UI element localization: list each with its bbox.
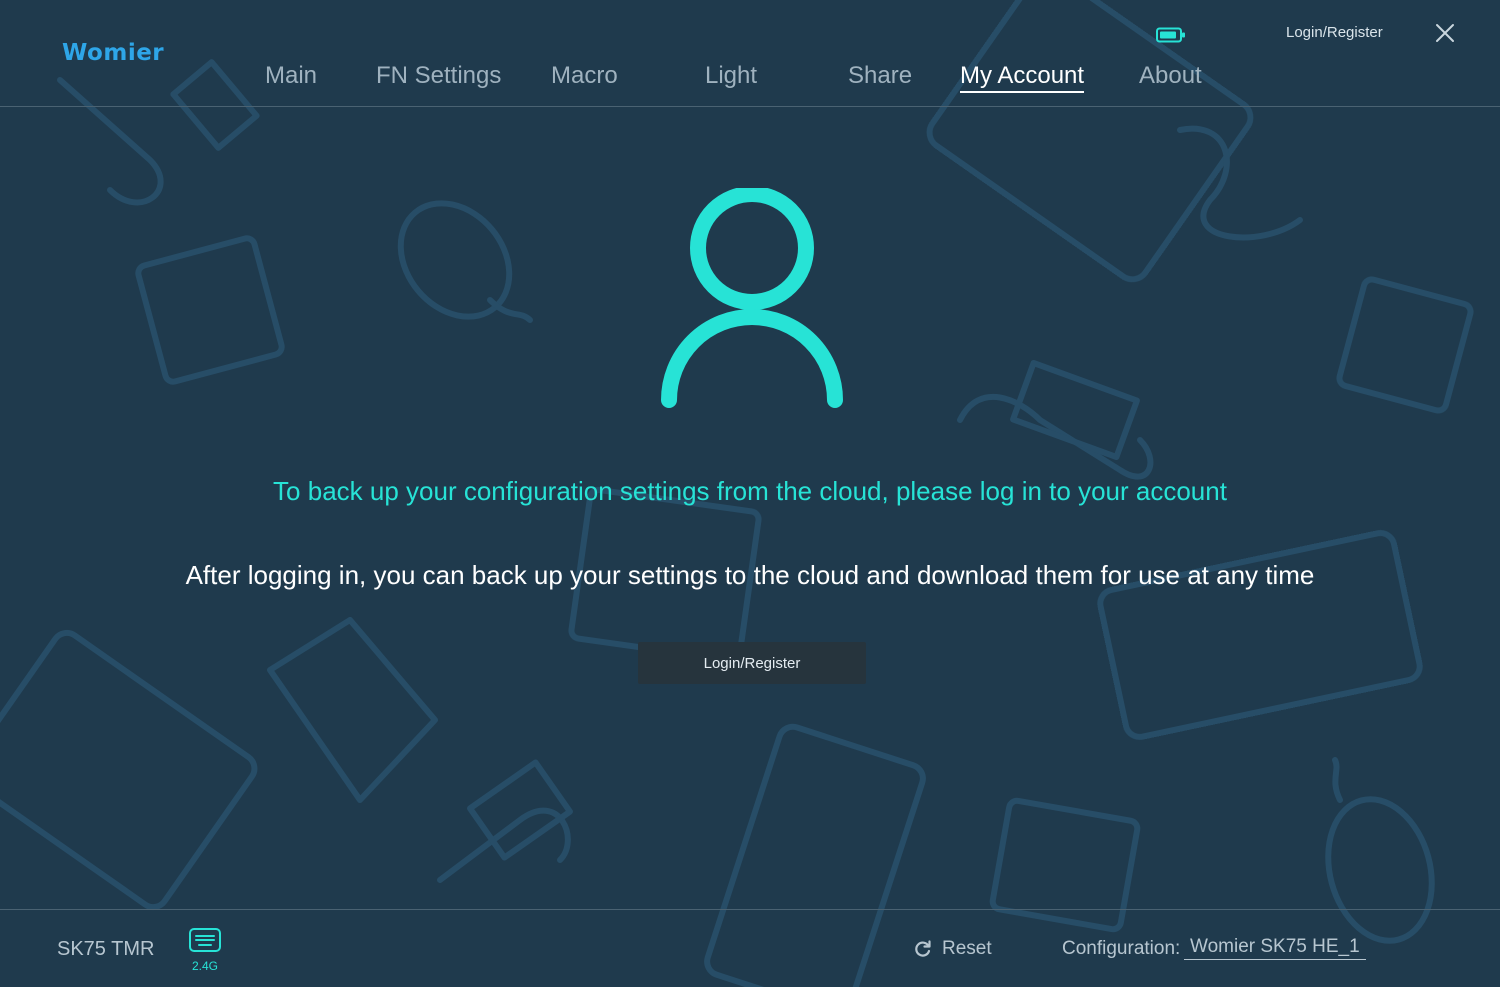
reset-label: Reset: [942, 938, 992, 959]
tab-share[interactable]: Share: [848, 62, 912, 90]
battery-icon: [1156, 27, 1185, 43]
login-prompt-description: After logging in, you can back up your s…: [185, 560, 1315, 590]
login-register-link[interactable]: Login/Register: [1286, 24, 1383, 41]
login-register-button[interactable]: Login/Register: [638, 642, 866, 684]
tab-main[interactable]: Main: [265, 62, 317, 90]
tab-my-account[interactable]: My Account: [960, 62, 1085, 93]
login-prompt-headline: To back up your configuration settings f…: [273, 476, 1227, 506]
tab-macro[interactable]: Macro: [551, 62, 618, 90]
app-window: Womier Main FN Settings Macro Light Shar…: [0, 0, 1500, 987]
tab-about[interactable]: About: [1139, 62, 1202, 90]
user-icon: [661, 188, 843, 408]
keyboard-icon: [189, 928, 221, 952]
tab-light[interactable]: Light: [705, 62, 757, 90]
refresh-icon: [915, 940, 931, 957]
close-icon[interactable]: [1434, 22, 1456, 44]
main-tabs: Main FN Settings Macro Light Share My Ac…: [0, 62, 1500, 102]
device-name: SK75 TMR: [57, 938, 155, 960]
configuration-label: Configuration:: [1062, 938, 1181, 959]
status-bar: SK75 TMR 2.4G Reset Configuration: Womie…: [0, 909, 1500, 987]
connection-mode-label: 2.4G: [192, 959, 219, 973]
configuration-select[interactable]: Womier SK75 HE_1: [1184, 936, 1366, 960]
tab-fn-settings[interactable]: FN Settings: [376, 62, 501, 90]
top-bar: Womier Main FN Settings Macro Light Shar…: [0, 0, 1500, 107]
